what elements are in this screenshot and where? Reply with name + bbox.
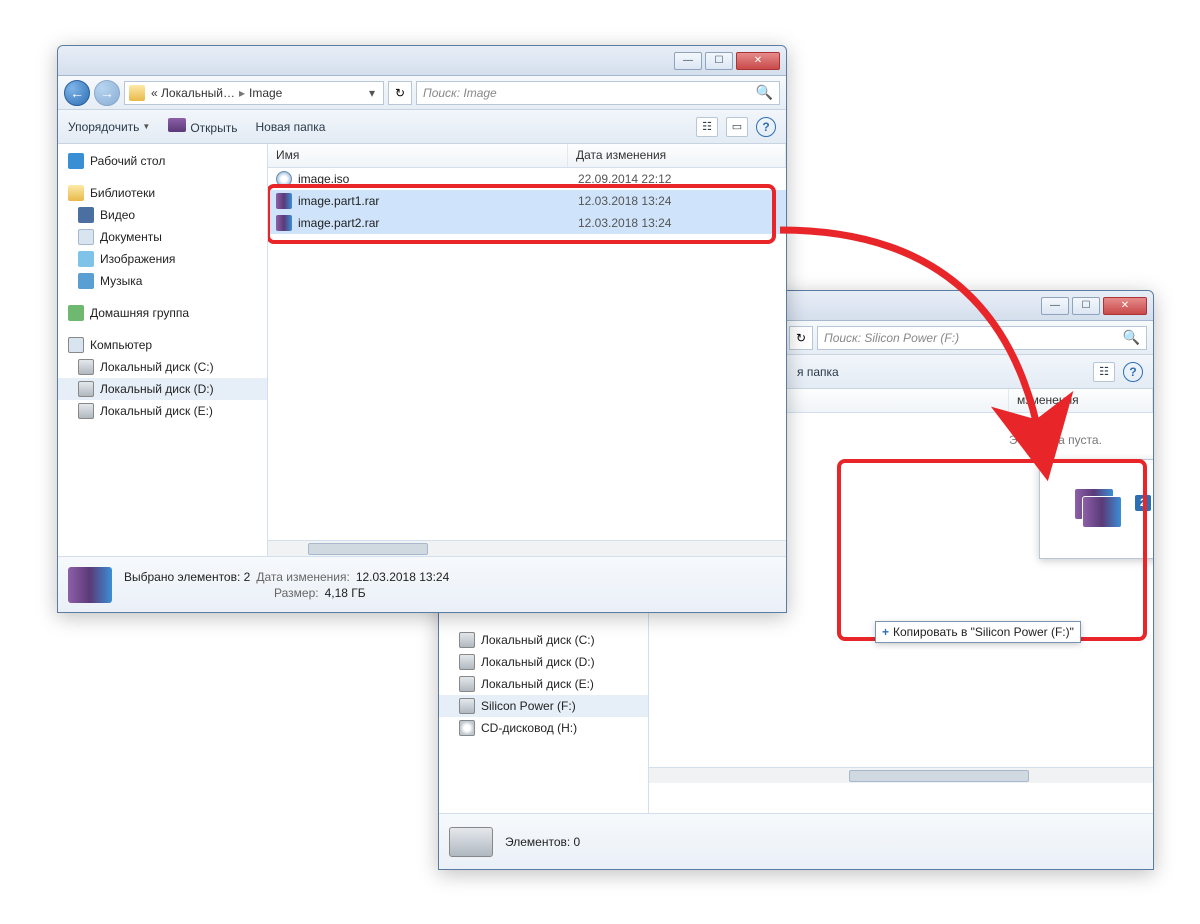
close-button[interactable]: ✕ — [736, 52, 780, 70]
scrollbar-horizontal[interactable] — [268, 540, 786, 556]
status-size-label: Размер: — [274, 586, 319, 600]
maximize-button[interactable]: ☐ — [1072, 297, 1100, 315]
file-name: image.part2.rar — [298, 216, 578, 230]
rar-icon — [1082, 496, 1122, 528]
sidebar-desktop[interactable]: Рабочий стол — [58, 150, 267, 172]
open-button[interactable]: Открыть — [168, 118, 237, 135]
file-name: image.iso — [298, 172, 578, 186]
rar-icon — [276, 193, 292, 209]
column-headers: Имя Дата изменения — [268, 144, 786, 168]
status-date-label: Дата изменения: — [256, 570, 350, 584]
sidebar-cd-drive[interactable]: CD-дисковод (H:) — [439, 717, 648, 739]
file-date: 12.03.2018 13:24 — [578, 194, 778, 208]
breadcrumb-current[interactable]: Image — [249, 86, 282, 100]
help-button[interactable]: ? — [756, 117, 776, 137]
sidebar-images[interactable]: Изображения — [58, 248, 267, 270]
column-date[interactable]: Дата изменения — [568, 144, 786, 167]
sidebar-disk-c[interactable]: Локальный диск (C:) — [439, 629, 648, 651]
close-button[interactable]: ✕ — [1103, 297, 1147, 315]
toolbar: Упорядочить Открыть Новая папка ☷ ▭ ? — [58, 110, 786, 144]
search-icon: 🔍 — [756, 84, 773, 101]
sidebar: Рабочий стол Библиотеки Видео Документы … — [58, 144, 268, 556]
file-date: 12.03.2018 13:24 — [578, 216, 778, 230]
titlebar[interactable]: — ☐ ✕ — [58, 46, 786, 76]
iso-icon — [276, 171, 292, 187]
status-selection: Выбрано элементов: 2 — [124, 570, 250, 584]
sidebar-disk-d[interactable]: Локальный диск (D:) — [439, 651, 648, 673]
sidebar-disk-e[interactable]: Локальный диск (E:) — [439, 673, 648, 695]
statusbar: Элементов: 0 — [439, 813, 1153, 869]
status-size-value: 4,18 ГБ — [325, 586, 366, 600]
status-date-value: 12.03.2018 13:24 — [356, 570, 449, 584]
forward-button[interactable]: → — [94, 80, 120, 106]
file-row[interactable]: image.part1.rar 12.03.2018 13:24 — [268, 190, 786, 212]
new-folder-button[interactable]: я папка — [797, 365, 839, 379]
refresh-button[interactable]: ↻ — [388, 81, 412, 105]
dropdown-icon[interactable]: ▾ — [365, 86, 379, 100]
organize-button[interactable]: Упорядочить — [68, 120, 150, 134]
search-placeholder: Поиск: Silicon Power (F:) — [824, 331, 959, 345]
file-list: image.iso 22.09.2014 22:12 image.part1.r… — [268, 168, 786, 234]
sidebar-disk-c[interactable]: Локальный диск (C:) — [58, 356, 267, 378]
search-input[interactable]: Поиск: Image 🔍 — [416, 81, 780, 105]
sidebar-music[interactable]: Музыка — [58, 270, 267, 292]
explorer-window-source: — ☐ ✕ ← → « Локальный… ▸ Image ▾ ↻ Поиск… — [57, 45, 787, 613]
sidebar-disk-d[interactable]: Локальный диск (D:) — [58, 378, 267, 400]
rar-icon — [68, 567, 112, 603]
view-button[interactable]: ☷ — [696, 117, 718, 137]
folder-icon — [129, 85, 145, 101]
file-row[interactable]: image.iso 22.09.2014 22:12 — [268, 168, 786, 190]
drive-icon — [449, 827, 493, 857]
sidebar-documents[interactable]: Документы — [58, 226, 267, 248]
search-input[interactable]: Поиск: Silicon Power (F:) 🔍 — [817, 326, 1147, 350]
minimize-button[interactable]: — — [674, 52, 702, 70]
sidebar-disk-e[interactable]: Локальный диск (E:) — [58, 400, 267, 422]
new-folder-button[interactable]: Новая папка — [255, 120, 325, 134]
sidebar-libraries[interactable]: Библиотеки — [58, 182, 267, 204]
breadcrumb-parent[interactable]: « Локальный… — [151, 86, 235, 100]
content-pane[interactable]: Имя Дата изменения image.iso 22.09.2014 … — [268, 144, 786, 556]
column-date[interactable]: мзменения — [1009, 389, 1153, 412]
file-row[interactable]: image.part2.rar 12.03.2018 13:24 — [268, 212, 786, 234]
maximize-button[interactable]: ☐ — [705, 52, 733, 70]
back-button[interactable]: ← — [64, 80, 90, 106]
statusbar: Выбрано элементов: 2 Дата изменения: 12.… — [58, 556, 786, 612]
chevron-right-icon: ▸ — [239, 86, 245, 100]
column-name[interactable]: Имя — [268, 144, 568, 167]
file-name: image.part1.rar — [298, 194, 578, 208]
help-button[interactable]: ? — [1123, 362, 1143, 382]
navbar: ← → « Локальный… ▸ Image ▾ ↻ Поиск: Imag… — [58, 76, 786, 110]
drag-tooltip: + Копировать в "Silicon Power (F:)" — [875, 621, 1081, 643]
drag-ghost: 2 — [1039, 459, 1153, 559]
file-date: 22.09.2014 22:12 — [578, 172, 778, 186]
plus-icon: + — [882, 625, 889, 639]
view-button[interactable]: ☷ — [1093, 362, 1115, 382]
rar-icon — [276, 215, 292, 231]
sidebar-homegroup[interactable]: Домашняя группа — [58, 302, 267, 324]
preview-pane-button[interactable]: ▭ — [726, 117, 748, 137]
breadcrumb[interactable]: « Локальный… ▸ Image ▾ — [124, 81, 384, 105]
sidebar-silicon-power[interactable]: Silicon Power (F:) — [439, 695, 648, 717]
sidebar-video[interactable]: Видео — [58, 204, 267, 226]
status-elements: Элементов: 0 — [505, 835, 580, 849]
drag-count-badge: 2 — [1134, 494, 1152, 512]
search-placeholder: Поиск: Image — [423, 86, 497, 100]
scrollbar-horizontal[interactable] — [649, 767, 1153, 783]
sidebar-computer[interactable]: Компьютер — [58, 334, 267, 356]
refresh-button[interactable]: ↻ — [789, 326, 813, 350]
minimize-button[interactable]: — — [1041, 297, 1069, 315]
rar-icon — [168, 118, 186, 132]
search-icon: 🔍 — [1123, 329, 1140, 346]
